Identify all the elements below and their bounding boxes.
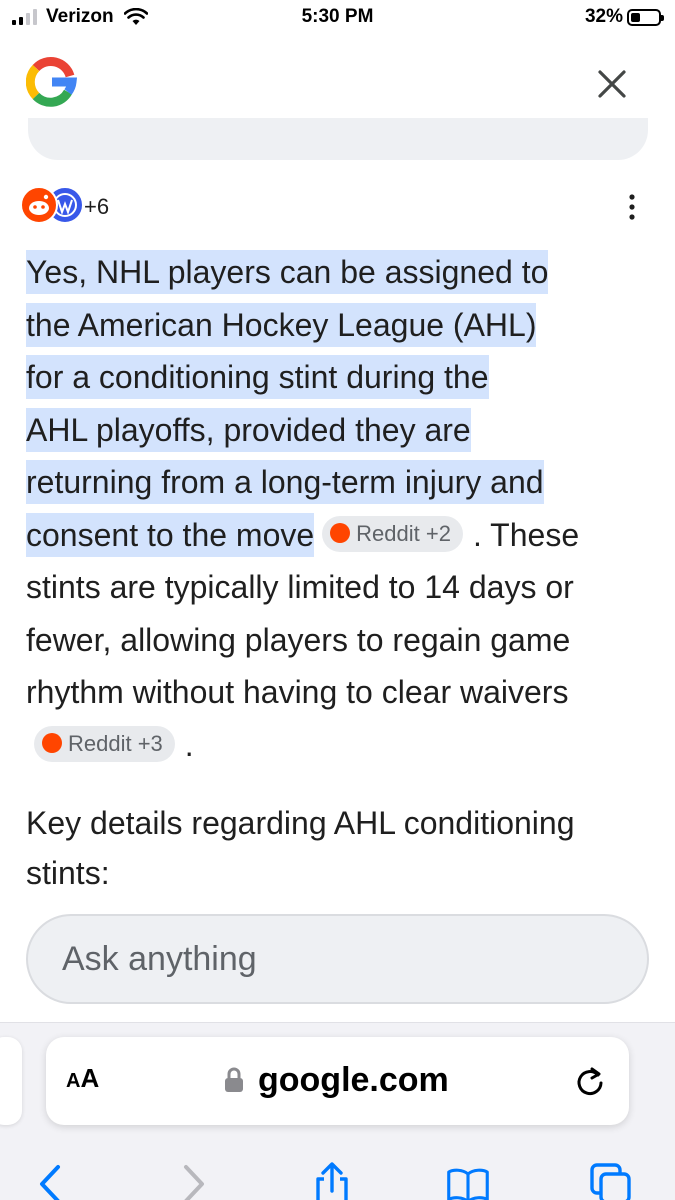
browser-toolbar: AA google.com [0, 1022, 675, 1200]
battery-percentage: 32% [584, 6, 623, 27]
ask-anything-input[interactable]: Ask anything [26, 914, 649, 1004]
address-bar[interactable]: AA google.com [46, 1037, 629, 1125]
lock-icon [225, 1067, 243, 1092]
sources-count: +6 [84, 194, 110, 219]
status-bar: Verizon 5:30 PM 32% [0, 0, 675, 36]
period: . [184, 726, 194, 763]
chip-label: Reddit +3 [68, 731, 163, 757]
reload-icon[interactable] [574, 1065, 606, 1097]
chip-label: Reddit +2 [356, 521, 451, 547]
highlighted-line: consent to the move [26, 512, 315, 557]
previous-tab-peek[interactable] [0, 1037, 22, 1125]
source-chip-reddit-3[interactable]: Reddit +3 [34, 726, 175, 763]
status-time: 5:30 PM [301, 6, 374, 27]
back-icon[interactable] [30, 1161, 74, 1200]
forward-icon[interactable] [172, 1161, 216, 1200]
previous-card-edge [28, 118, 648, 160]
bookmarks-icon[interactable] [446, 1161, 490, 1200]
reddit-icon [330, 523, 351, 544]
reddit-icon [20, 186, 58, 224]
more-options-icon[interactable] [620, 190, 644, 224]
highlighted-line: for a conditioning stint during the [26, 355, 489, 399]
reddit-icon [42, 733, 62, 754]
url-text[interactable]: google.com [258, 1061, 449, 1100]
highlighted-line: AHL playoffs, provided they are [26, 407, 471, 452]
key-details-heading: Key details regarding AHL conditioning s… [26, 805, 575, 891]
highlighted-line: Yes, NHL players can be assigned to [26, 250, 549, 294]
ask-placeholder: Ask anything [62, 940, 257, 978]
reader-text-size-button[interactable]: AA [66, 1063, 99, 1094]
source-chip-reddit-2[interactable]: Reddit +2 [322, 516, 463, 553]
google-logo-icon[interactable] [26, 56, 78, 108]
battery-icon [627, 9, 664, 26]
close-icon[interactable] [594, 66, 630, 102]
period: . [472, 516, 482, 553]
highlighted-line: returning from a long-term injury and [26, 460, 544, 504]
tabs-icon[interactable] [588, 1161, 632, 1200]
share-icon[interactable] [310, 1161, 354, 1200]
ai-answer: Yes, NHL players can be assigned to the … [26, 246, 656, 771]
highlighted-line: the American Hockey League (AHL) [26, 302, 537, 347]
